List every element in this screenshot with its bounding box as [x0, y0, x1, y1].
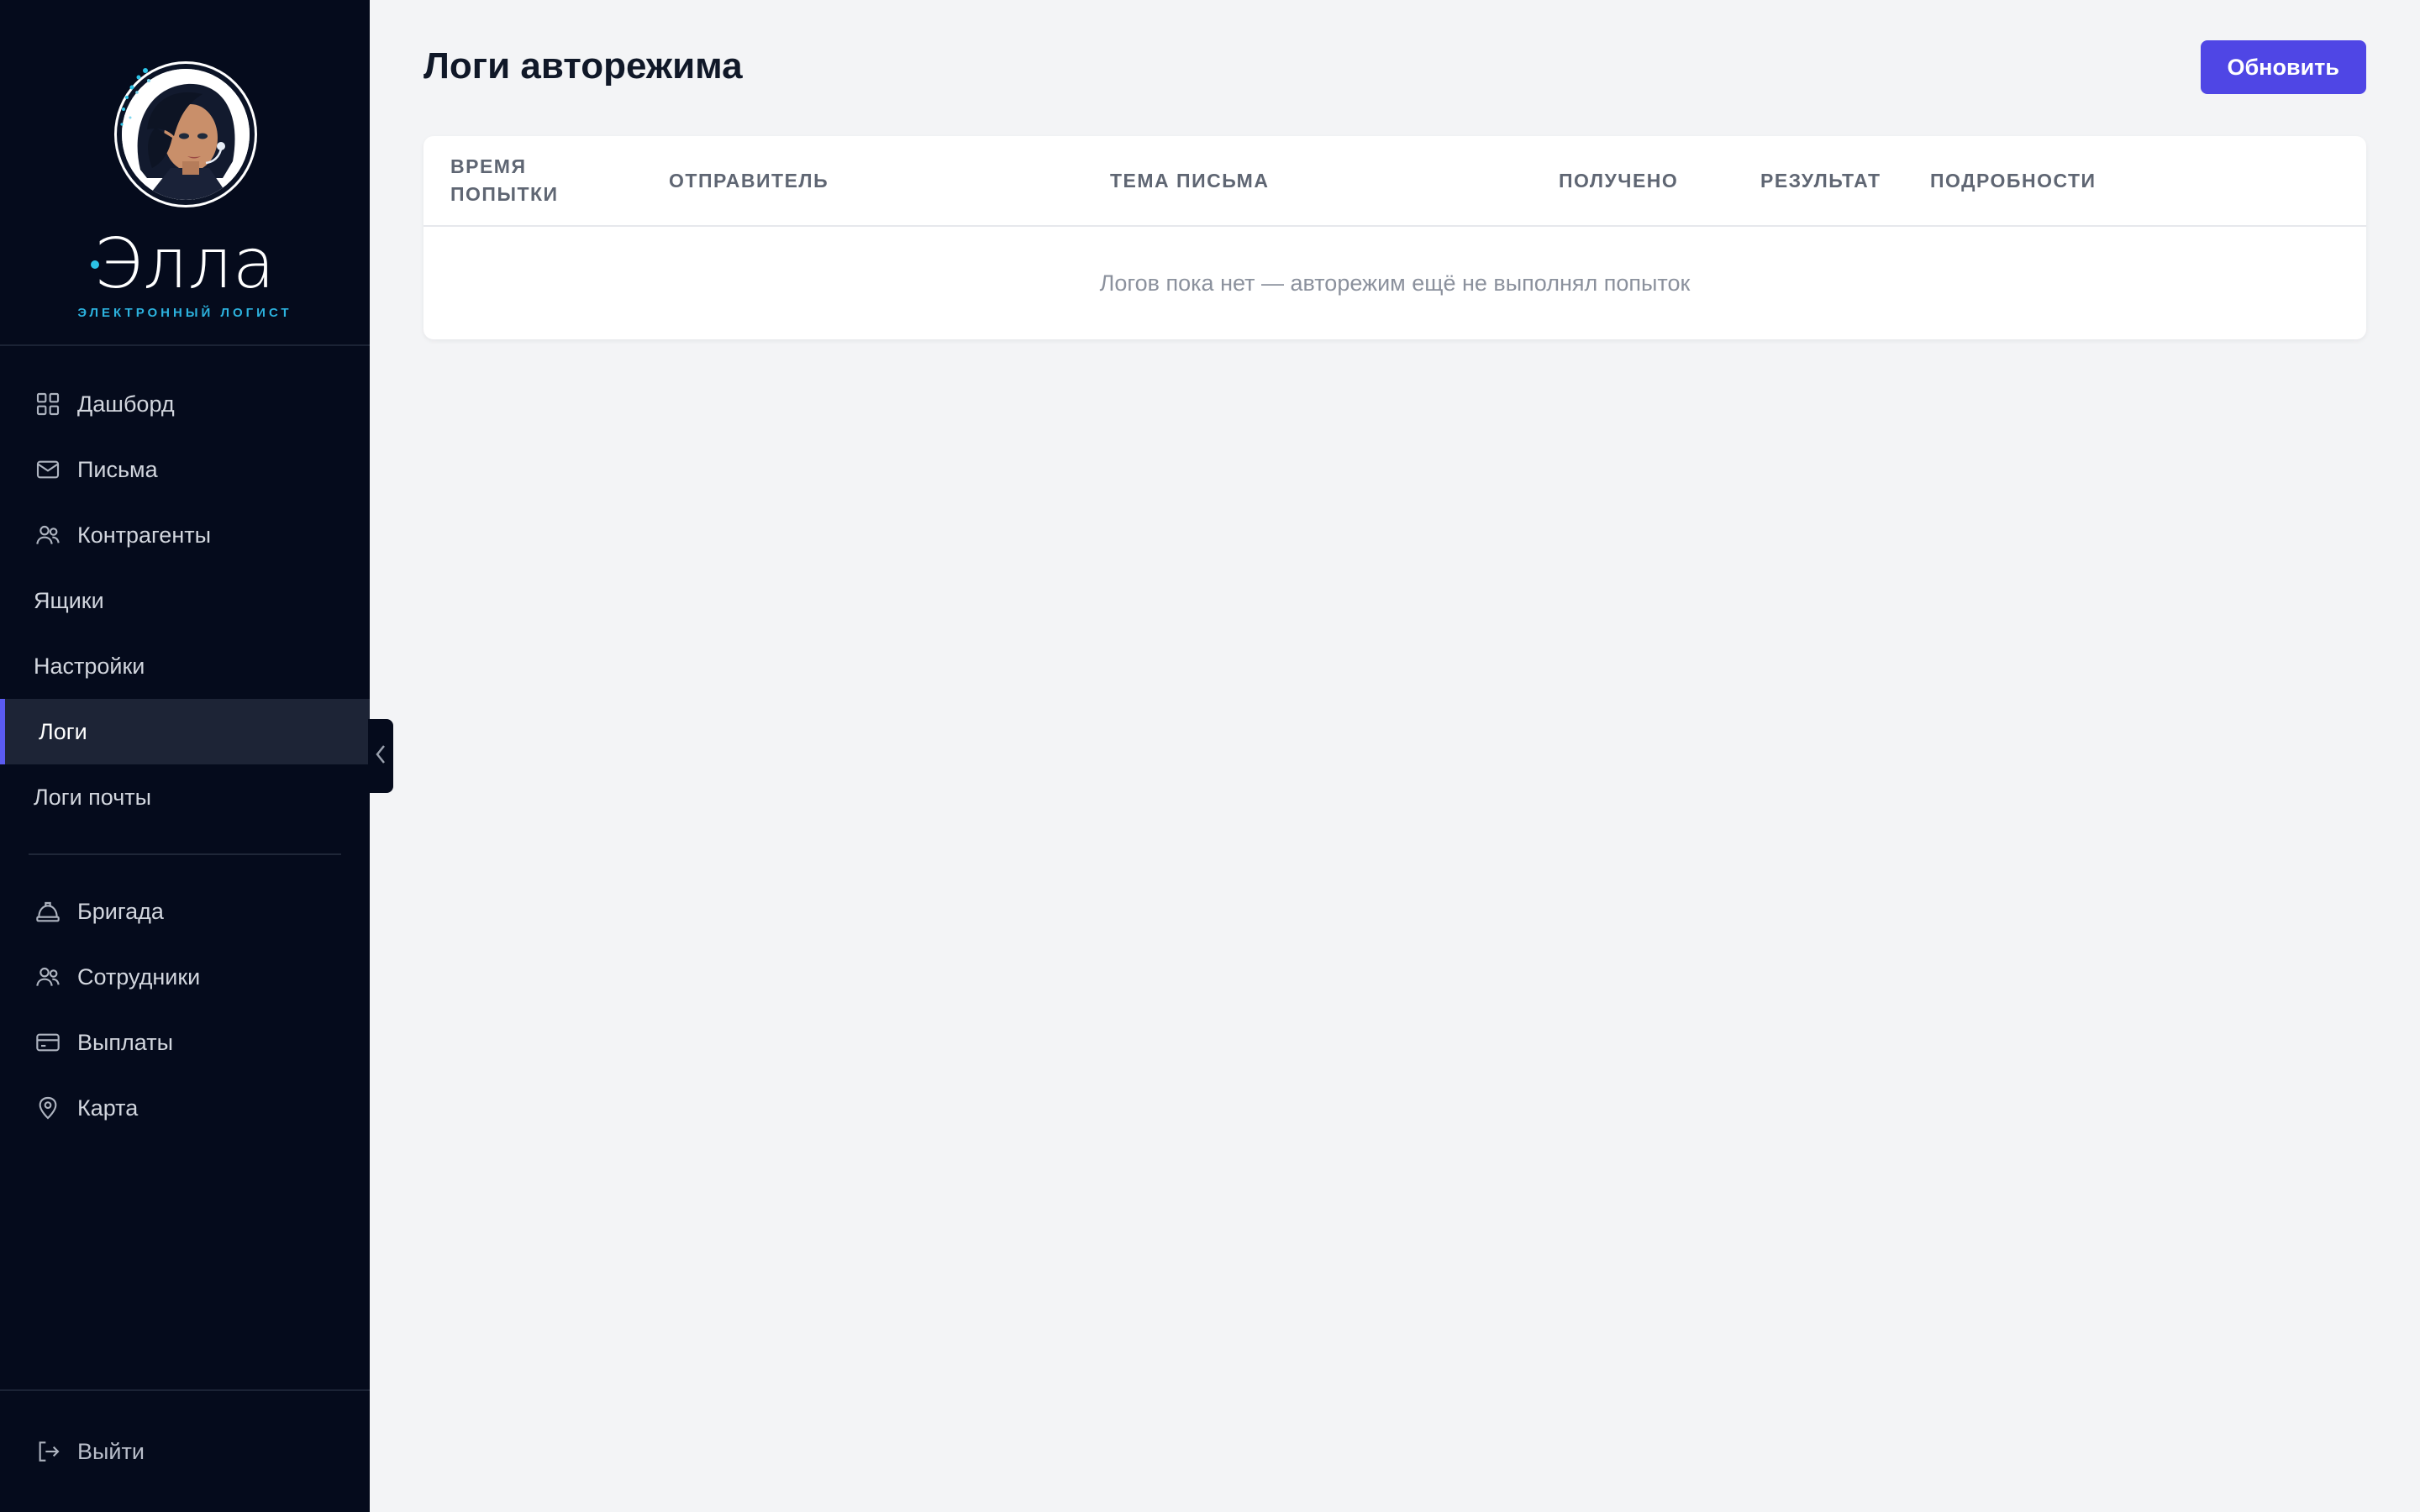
column-header-attempt-time[interactable]: ВРЕМЯ ПОПЫТКИ — [450, 153, 559, 208]
users-icon — [34, 521, 62, 549]
sidebar-item-dashboard[interactable]: Дашборд — [0, 371, 370, 437]
users-icon — [34, 963, 62, 991]
sidebar-item-employees[interactable]: Сотрудники — [0, 944, 370, 1010]
map-pin-icon — [34, 1094, 62, 1122]
app-root: Элла ЭЛЕКТРОННЫЙ ЛОГИСТ Дашборд Письма К… — [0, 0, 2420, 1512]
sidebar-item-logs[interactable]: Логи — [0, 699, 370, 764]
sidebar-item-settings[interactable]: Настройки — [0, 633, 370, 699]
sidebar-item-label: Бригада — [77, 898, 164, 924]
brand: Элла ЭЛЕКТРОННЫЙ ЛОГИСТ — [0, 0, 370, 346]
hard-hat-icon — [34, 897, 62, 926]
brand-dot-icon — [90, 260, 99, 269]
sidebar-item-contractors[interactable]: Контрагенты — [0, 502, 370, 568]
refresh-button[interactable]: Обновить — [2200, 40, 2366, 94]
sidebar-item-label: Карта — [77, 1095, 139, 1121]
sidebar-item-label: Дашборд — [77, 391, 175, 417]
brand-subtitle: ЭЛЕКТРОННЫЙ ЛОГИСТ — [77, 306, 292, 320]
grid-icon — [34, 390, 62, 418]
logout-icon — [34, 1437, 62, 1466]
empty-state-message: Логов пока нет — авторежим ещё не выполн… — [1099, 270, 1691, 296]
sidebar-item-label: Настройки — [34, 653, 145, 679]
logout-label: Выйти — [77, 1438, 145, 1464]
sidebar-item-label: Сотрудники — [77, 963, 201, 990]
sidebar-item-mail-logs[interactable]: Логи почты — [0, 764, 370, 830]
column-header-result[interactable]: РЕЗУЛЬТАТ — [1760, 167, 1881, 195]
sidebar-item-mail[interactable]: Письма — [0, 437, 370, 502]
sidebar-item-label: Ящики — [34, 587, 104, 613]
sidebar-nav: Дашборд Письма Контрагенты Ящики Настрой… — [0, 346, 370, 1141]
brand-name-text: Элла — [93, 224, 276, 304]
sidebar-item-brigade[interactable]: Бригада — [0, 879, 370, 944]
sidebar-collapse-toggle[interactable] — [368, 719, 393, 793]
page-title: Логи авторежима — [424, 45, 743, 87]
avatar — [113, 59, 256, 208]
sidebar-item-label: Логи почты — [34, 784, 152, 810]
sidebar-item-label: Контрагенты — [77, 522, 212, 548]
sidebar: Элла ЭЛЕКТРОННЫЙ ЛОГИСТ Дашборд Письма К… — [0, 0, 370, 1512]
main-content: Логи авторежима Обновить ВРЕМЯ ПОПЫТКИ О… — [370, 0, 2420, 1512]
sidebar-item-payouts[interactable]: Выплаты — [0, 1010, 370, 1075]
logout-button[interactable]: Выйти — [0, 1389, 370, 1512]
brand-name: Элла — [90, 230, 276, 299]
logs-table: ВРЕМЯ ПОПЫТКИ ОТПРАВИТЕЛЬ ТЕМА ПИСЬМА ПО… — [424, 136, 2366, 339]
column-header-received[interactable]: ПОЛУЧЕНО — [1559, 167, 1678, 195]
credit-card-icon — [34, 1028, 62, 1057]
sidebar-item-label: Письма — [77, 456, 158, 482]
sparkle-dots-icon — [120, 68, 150, 126]
nav-divider — [29, 853, 341, 855]
column-header-subject[interactable]: ТЕМА ПИСЬМА — [1110, 167, 1269, 195]
sidebar-item-mailboxes[interactable]: Ящики — [0, 568, 370, 633]
page-header: Логи авторежима Обновить — [424, 0, 2366, 136]
column-header-sender[interactable]: ОТПРАВИТЕЛЬ — [669, 167, 829, 195]
chevron-left-icon — [373, 743, 388, 770]
mail-icon — [34, 455, 62, 484]
sidebar-item-label: Выплаты — [77, 1029, 173, 1055]
sidebar-item-label: Логи — [39, 718, 87, 744]
sidebar-item-map[interactable]: Карта — [0, 1075, 370, 1141]
column-header-details[interactable]: ПОДРОБНОСТИ — [1930, 167, 2096, 195]
table-header: ВРЕМЯ ПОПЫТКИ ОТПРАВИТЕЛЬ ТЕМА ПИСЬМА ПО… — [424, 136, 2366, 227]
